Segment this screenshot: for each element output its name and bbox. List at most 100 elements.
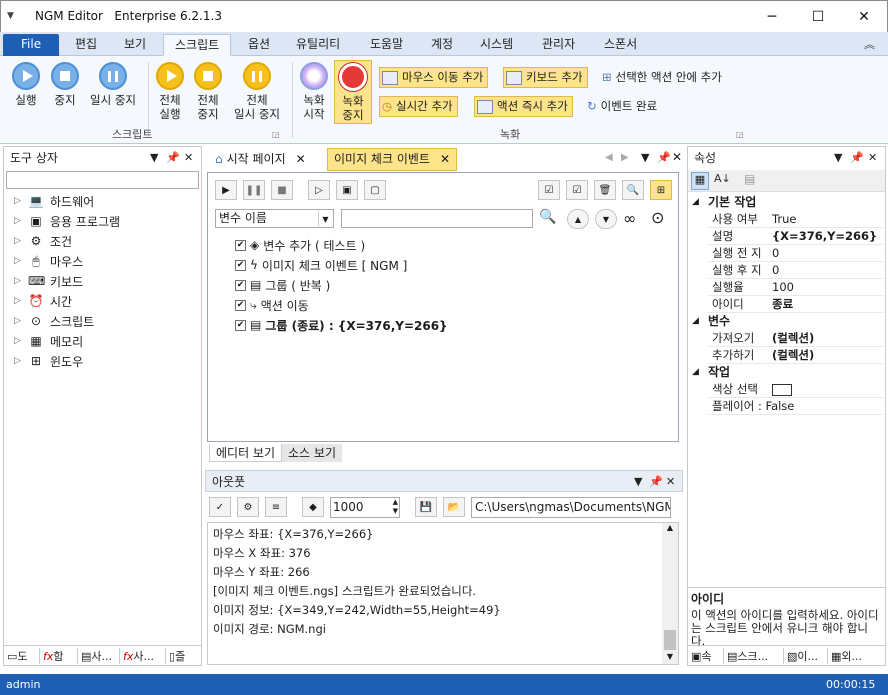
system-menu-icon[interactable]: ▼ [7,11,14,21]
record-start-button[interactable]: 녹화 시작 [296,62,332,121]
run-button[interactable]: 실행 [8,62,44,107]
tab-help[interactable]: 도움말 [359,34,414,56]
chevron-down-icon[interactable]: ▼ [318,211,332,226]
close-icon[interactable]: ✕ [440,149,450,170]
tab-editor-view[interactable]: 에디터 보기 [209,444,283,462]
property-pages-icon[interactable]: ▤ [744,172,755,186]
tab-script[interactable]: 스크립트 [163,34,232,56]
record-stop-button[interactable]: 녹화 중지 [334,60,372,124]
tab-view[interactable]: 보기 [113,34,157,56]
property-row[interactable]: 추가하기 (컬렉션) [708,347,883,364]
event-complete-button[interactable]: ↻ 이벤트 완료 [585,96,661,117]
tab-scroll-left-icon[interactable]: ◀ [605,152,613,163]
check-button[interactable]: ☑ [566,180,588,200]
expand-icon[interactable]: ▷ [14,316,22,326]
output-scrollbar[interactable]: ▲ ▼ [662,523,678,664]
tab-script-list[interactable]: ▤스크... [724,647,784,664]
output-list-button[interactable]: ≡ [265,497,287,517]
path-field[interactable]: C:\Users\ngmas\Documents\NGM6\ [471,497,671,518]
tree-item-application[interactable]: ▷ ▣ 응용 프로그램 [14,211,120,231]
tree-item-time[interactable]: ▷ ⏰ 시간 [14,291,72,311]
property-row[interactable]: 사용 여부 True [708,211,883,228]
close-icon[interactable]: ✕ [184,147,193,169]
stop-button[interactable]: ■ [271,180,293,200]
dialog-launcher-icon[interactable]: ◲ [736,130,744,139]
close-icon[interactable]: ✕ [868,147,877,169]
pin-icon[interactable]: 📌 [649,471,663,493]
expand-icon[interactable]: ▷ [14,336,22,346]
checkbox[interactable]: ✔ [235,279,246,291]
stop-all-button[interactable]: 전체 중지 [190,62,226,121]
tab-start-page[interactable]: ⌂ 시작 페이지 ✕ [209,148,312,171]
property-row[interactable]: 아이디 종료 [708,296,883,313]
pause-all-button[interactable]: 전체 일시 중지 [228,62,286,121]
tab-file[interactable]: File [3,34,60,56]
run-all-button[interactable]: 전체 실행 [152,62,188,121]
tab-images[interactable]: ▧이... [784,647,828,664]
dropdown-icon[interactable]: ▼ [150,147,158,169]
tab-source-view[interactable]: 소스 보기 [282,444,342,462]
tree-view-button[interactable]: ⊞ [650,180,672,200]
pin-icon[interactable]: 📌 [166,147,180,169]
eraser-button[interactable]: ◆ [302,497,324,517]
tree-item-script[interactable]: ▷ ⊙ 스크립트 [14,311,94,331]
tab-functions[interactable]: fx함 [40,647,78,664]
sort-alpha-icon[interactable]: A↓ [714,172,731,185]
add-keyboard-button[interactable]: 키보드 추가 [503,67,588,88]
add-action-now-button[interactable]: 액션 즉시 추가 [474,96,573,117]
clear-output-button[interactable]: ✓ [209,497,231,517]
run-button[interactable]: ▶ [215,180,237,200]
tab-toolbox[interactable]: ▭도 [4,647,40,664]
action-item[interactable]: ✔ ϟ 이미지 체크 이벤트 [ NGM ] [235,255,407,275]
collapse-icon[interactable]: ◢ [692,197,699,207]
search-input[interactable] [341,209,533,228]
checkbox[interactable]: ✔ [235,239,246,251]
checkbox[interactable]: ✔ [235,259,246,271]
open-folder-button[interactable]: 📂 [443,497,465,517]
expand-icon[interactable]: ▷ [14,276,22,286]
more-icon[interactable]: ⊙ [651,208,664,227]
tab-sponsor[interactable]: 스폰서 [593,34,648,56]
tab-user[interactable]: ▤사... [78,647,120,664]
property-row[interactable]: 설명 {X=376,Y=266} [708,228,883,245]
action-item[interactable]: ✔ ⤷ 액션 이동 [235,295,309,315]
pause-button[interactable]: ❚❚ [243,180,265,200]
close-icon[interactable]: ✕ [672,150,682,164]
tab-properties[interactable]: ▣속 [688,647,724,664]
close-icon[interactable]: ✕ [666,471,675,493]
maximize-button[interactable]: ☐ [795,1,841,33]
tab-favorites[interactable]: ▯즐 [166,648,196,664]
property-row[interactable]: 가져오기 (컬렉션) [708,330,883,347]
tab-options[interactable]: 옵션 [237,34,281,56]
add-realtime-button[interactable]: ◷ 실시간 추가 [379,96,458,117]
dropdown-icon[interactable]: ▼ [834,147,842,169]
delete-button[interactable]: 🗑 [594,180,616,200]
tree-item-window[interactable]: ▷ ⊞ 윈도우 [14,351,83,371]
expand-icon[interactable]: ▷ [14,236,22,246]
tab-scroll-right-icon[interactable]: ▶ [621,152,629,163]
expand-icon[interactable]: ▷ [14,196,22,206]
run-from-button[interactable]: ▢ [364,180,386,200]
variable-name-select[interactable]: 변수 이름 ▼ [215,209,334,228]
output-settings-button[interactable]: ⚙ [237,497,259,517]
pin-icon[interactable]: 📌 [850,147,864,169]
tree-item-memory[interactable]: ▷ ▦ 메모리 [14,331,83,351]
add-in-selected-action-button[interactable]: ⊞ 선택한 액션 안에 추가 [600,67,726,88]
checkbox[interactable]: ✔ [235,319,246,331]
scroll-down-icon[interactable]: ▼ [662,652,678,661]
add-mouse-move-button[interactable]: 마우스 이동 추가 [379,67,489,88]
tab-account[interactable]: 계정 [420,34,464,56]
tab-edit[interactable]: 편집 [64,34,108,56]
property-row[interactable]: 색상 선택 [708,381,883,398]
categorized-icon[interactable]: ▦ [691,172,709,190]
tab-utility[interactable]: 유틸리티 [285,34,351,56]
property-row[interactable]: 실행 전 지0 [708,245,883,262]
expand-icon[interactable]: ▷ [14,256,22,266]
tab-external-api[interactable]: ▦외... [828,648,878,664]
tree-item-mouse[interactable]: ▷ 🖱 마우스 [14,251,83,271]
expand-icon[interactable]: ▷ [14,356,22,366]
tab-user-functions[interactable]: fx사... [120,647,166,664]
stop-button[interactable]: 중지 [47,62,83,107]
scroll-thumb[interactable] [664,630,676,650]
action-item[interactable]: ✔ ◈ 변수 추가 ( 테스트 ) [235,235,365,255]
